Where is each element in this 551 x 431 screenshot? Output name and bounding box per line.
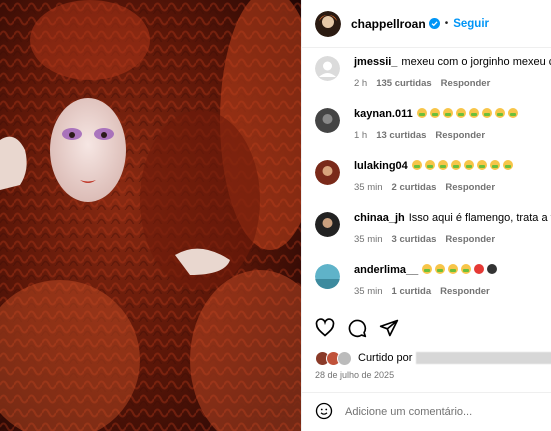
separator-dot: •	[444, 18, 449, 29]
comment-time[interactable]: 35 min	[354, 182, 383, 193]
comment-item: kaynan.011 1 h 13 curtidas Responder	[315, 102, 551, 148]
face-with-medical-mask-emoji	[448, 264, 459, 274]
comment-likes[interactable]: 1 curtida	[392, 286, 432, 297]
author-username[interactable]: chappellroan	[351, 17, 426, 31]
face-with-medical-mask-emoji	[416, 108, 427, 118]
comment-text: Isso aqui é flamengo, trata a fil	[408, 212, 551, 224]
comment-text: mexeu com o jorginho mexeu cr	[401, 56, 551, 68]
comment-input[interactable]	[345, 406, 525, 418]
commenter-username[interactable]: jmessii_	[354, 56, 397, 68]
face-with-medical-mask-emoji	[463, 160, 474, 170]
comment-item: lulaking04 35 min 2 curtidas Responder	[315, 154, 551, 200]
commenter-avatar[interactable]	[315, 264, 340, 289]
face-with-medical-mask-emoji	[424, 160, 435, 170]
face-with-medical-mask-emoji	[455, 108, 466, 118]
reply-button[interactable]: Responder	[445, 234, 495, 245]
face-with-medical-mask-emoji	[476, 160, 487, 170]
author-avatar[interactable]	[315, 10, 341, 37]
face-with-medical-mask-emoji	[507, 108, 518, 118]
post-image	[0, 0, 301, 431]
comment-time[interactable]: 35 min	[354, 286, 383, 297]
comment-icon[interactable]	[347, 318, 367, 338]
verified-badge-icon	[428, 18, 440, 29]
heart-icon[interactable]	[315, 318, 335, 338]
comment-item: chinaa_jh Isso aqui é flamengo, trata a f…	[315, 206, 551, 252]
commenter-username[interactable]: chinaa_jh	[354, 212, 405, 224]
comments-list[interactable]: jmessii_ mexeu com o jorginho mexeu cr 2 …	[302, 48, 551, 310]
reply-button[interactable]: Responder	[445, 182, 495, 193]
comment-time[interactable]: 2 h	[354, 78, 367, 89]
face-with-medical-mask-emoji	[481, 108, 492, 118]
share-icon[interactable]	[379, 318, 399, 338]
post-header: chappellroan • Seguir	[302, 0, 551, 48]
liked-by-blurred	[416, 352, 551, 364]
face-with-medical-mask-emoji	[437, 160, 448, 170]
post-date[interactable]: 28 de julho de 2025	[315, 370, 394, 380]
comment-likes[interactable]: 13 curtidas	[376, 130, 426, 141]
reply-button[interactable]: Responder	[435, 130, 485, 141]
comment-emojis	[416, 108, 521, 120]
commenter-username[interactable]: lulaking04	[354, 160, 408, 172]
commenter-avatar[interactable]	[315, 56, 340, 81]
face-with-medical-mask-emoji	[502, 160, 513, 170]
face-with-medical-mask-emoji	[489, 160, 500, 170]
post-photo[interactable]	[0, 0, 301, 431]
post-actions	[315, 318, 399, 338]
face-with-medical-mask-emoji	[411, 160, 422, 170]
commenter-username[interactable]: kaynan.011	[354, 108, 413, 120]
comment-item: anderlima__ 35 min 1 curtida Responder	[315, 258, 551, 304]
face-with-medical-mask-emoji	[422, 264, 433, 274]
comment-time[interactable]: 35 min	[354, 234, 383, 245]
face-with-medical-mask-emoji	[468, 108, 479, 118]
comment-likes[interactable]: 2 curtidas	[392, 182, 437, 193]
add-comment-bar	[302, 392, 551, 431]
face-with-medical-mask-emoji	[494, 108, 505, 118]
face-with-medical-mask-emoji	[429, 108, 440, 118]
avatar	[337, 350, 352, 366]
comment-emojis	[422, 264, 500, 276]
reply-button[interactable]: Responder	[441, 78, 491, 89]
liked-by-label: Curtido por	[358, 352, 413, 364]
commenter-avatar[interactable]	[315, 212, 340, 237]
reply-button[interactable]: Responder	[440, 286, 490, 297]
commenter-avatar[interactable]	[315, 108, 340, 133]
black-circle-emoji	[487, 264, 498, 274]
face-with-medical-mask-emoji	[461, 264, 472, 274]
comment-likes[interactable]: 135 curtidas	[376, 78, 431, 89]
post-side-panel: chappellroan • Seguir jmessii_ mexeu com …	[301, 0, 551, 431]
emoji-icon[interactable]	[315, 402, 333, 423]
face-with-medical-mask-emoji	[442, 108, 453, 118]
liker-avatars	[315, 350, 352, 366]
commenter-avatar[interactable]	[315, 160, 340, 185]
comment-time[interactable]: 1 h	[354, 130, 367, 141]
follow-button[interactable]: Seguir	[453, 18, 489, 30]
face-with-medical-mask-emoji	[435, 264, 446, 274]
likes-summary[interactable]: Curtido por	[315, 349, 551, 367]
comment-item: jmessii_ mexeu com o jorginho mexeu cr 2 …	[315, 50, 551, 96]
comment-likes[interactable]: 3 curtidas	[392, 234, 437, 245]
red-circle-emoji	[474, 264, 485, 274]
commenter-username[interactable]: anderlima__	[354, 264, 418, 276]
comment-emojis	[411, 160, 516, 172]
face-with-medical-mask-emoji	[450, 160, 461, 170]
